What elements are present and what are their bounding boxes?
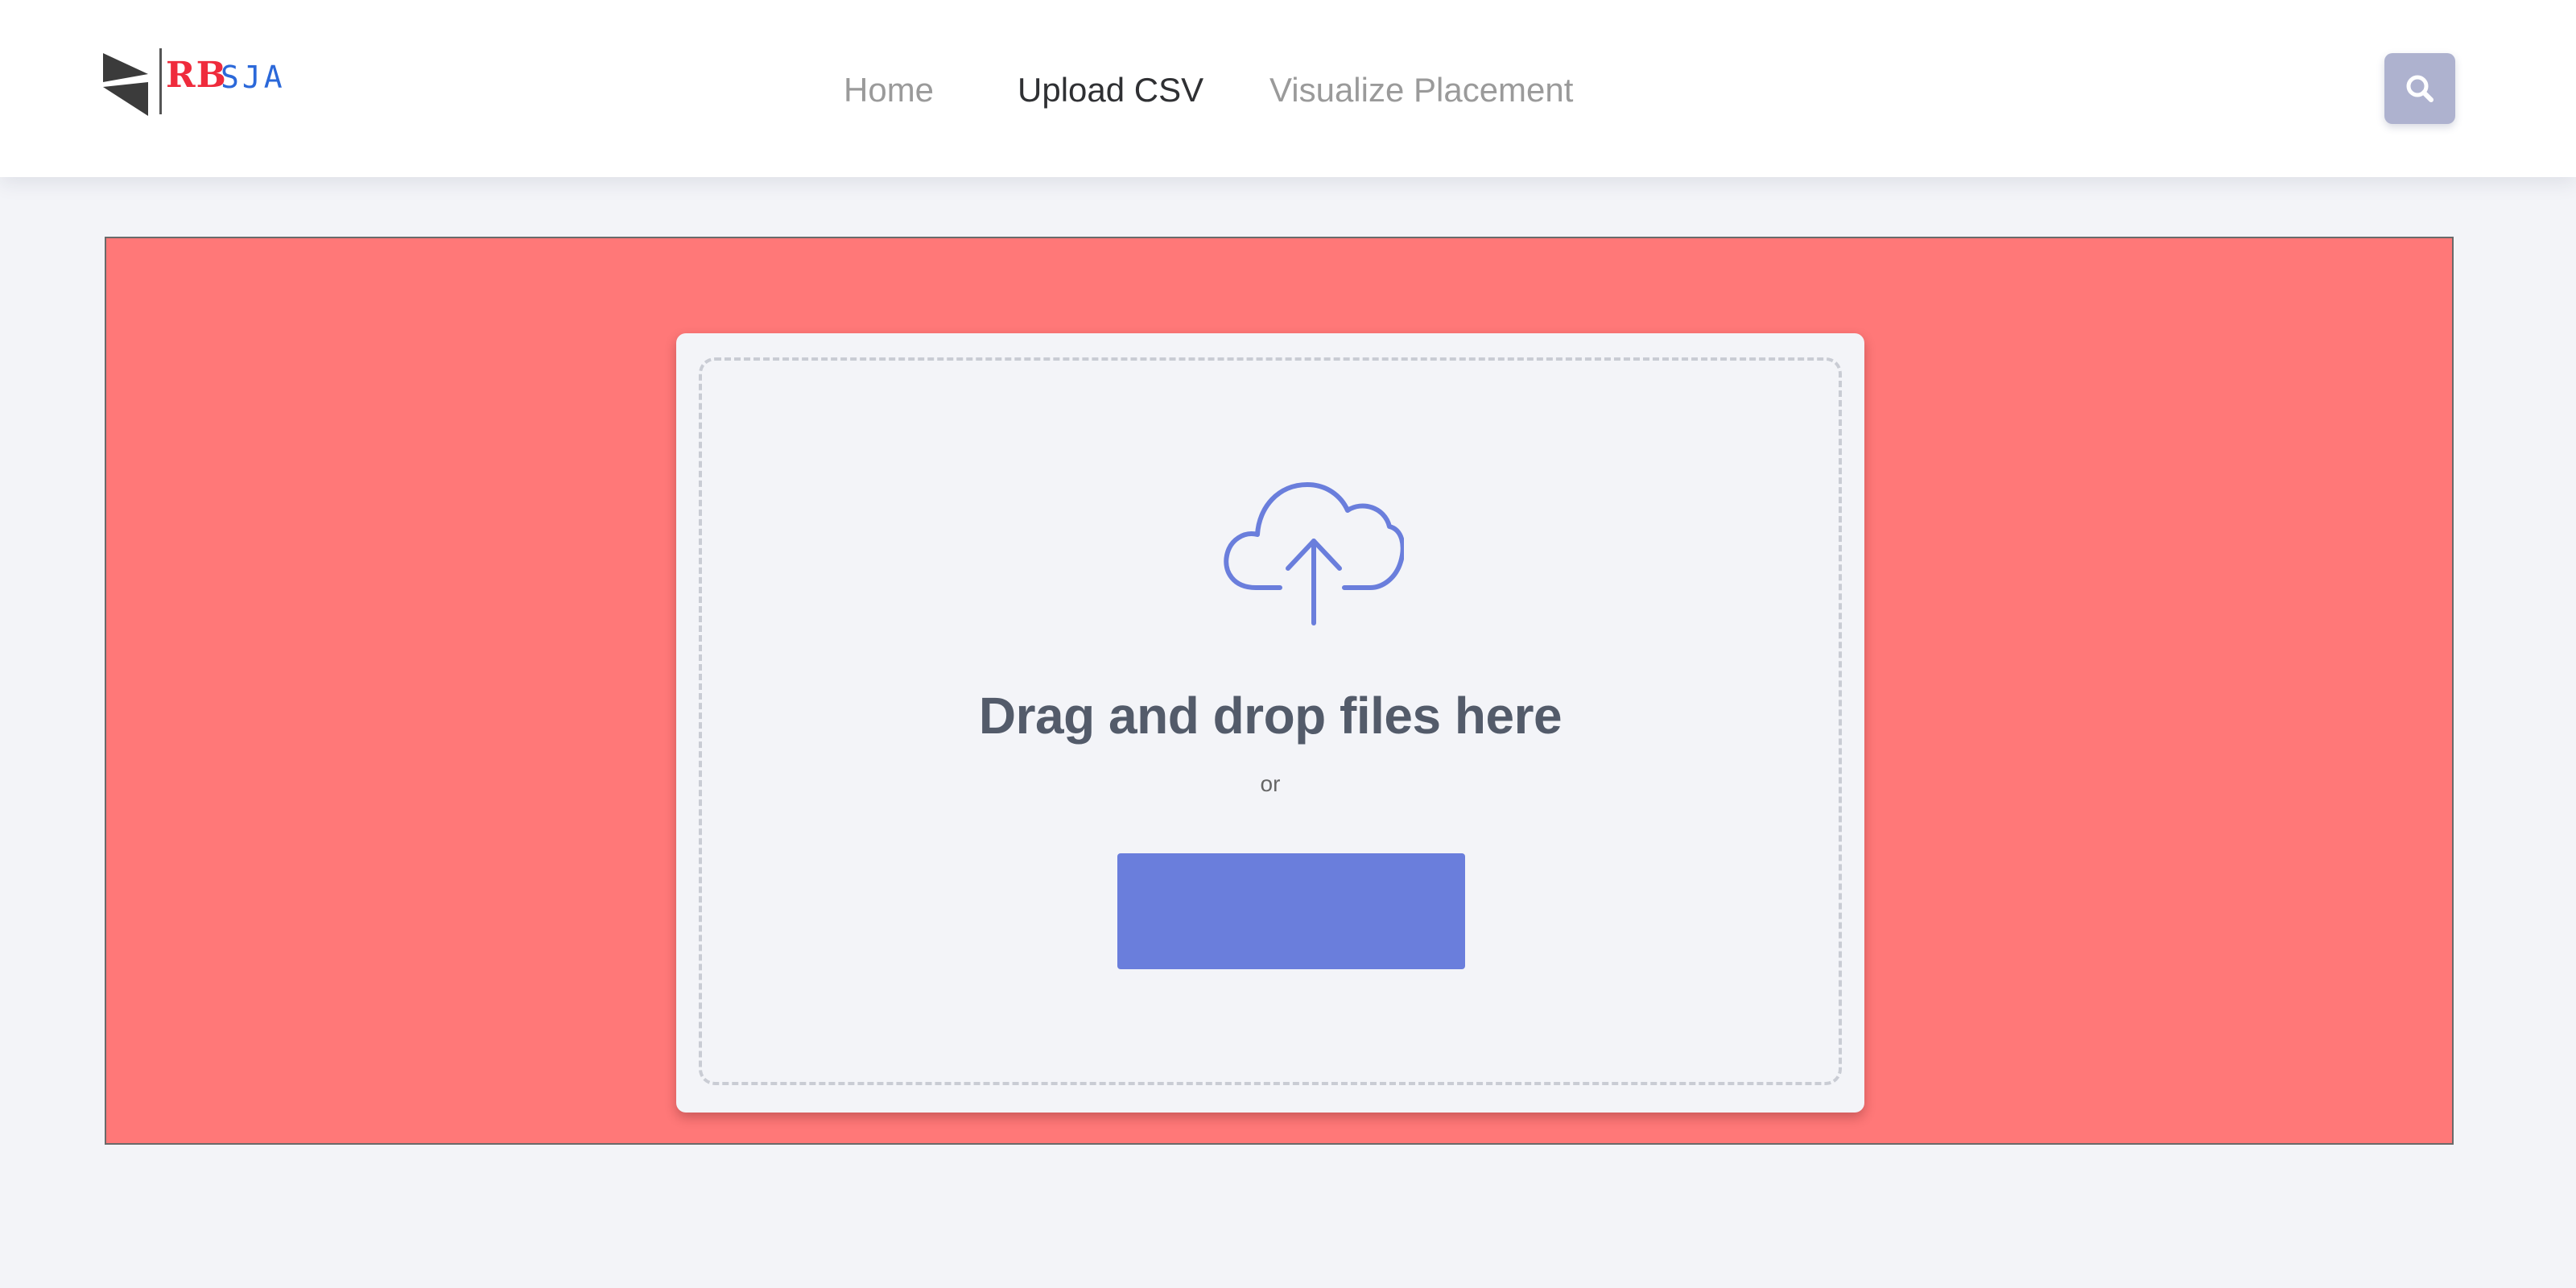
logo-divider: [159, 48, 162, 114]
nav-home[interactable]: Home: [844, 71, 934, 109]
logo-flag-icon: [103, 53, 148, 116]
logo-text-blue: SJA: [221, 60, 286, 95]
file-dropzone[interactable]: Drag and drop files here or: [699, 357, 1842, 1085]
brand-logo[interactable]: RB SJA: [103, 48, 290, 116]
logo-text-red: RB: [166, 55, 227, 96]
browse-files-button[interactable]: [1117, 853, 1465, 969]
nav-visualize-placement[interactable]: Visualize Placement: [1269, 71, 1573, 109]
search-icon: [2406, 75, 2434, 102]
nav-upload-csv[interactable]: Upload CSV: [1018, 71, 1203, 109]
top-navbar: RB SJA Home Upload CSV Visualize Placeme…: [0, 0, 2576, 177]
cloud-upload-icon: [1224, 482, 1404, 625]
dropzone-or-text: or: [1260, 771, 1281, 796]
search-button[interactable]: [2384, 53, 2455, 124]
dropzone-headline: Drag and drop files here: [978, 687, 1563, 745]
upload-card: Drag and drop files here or: [676, 333, 1864, 1113]
